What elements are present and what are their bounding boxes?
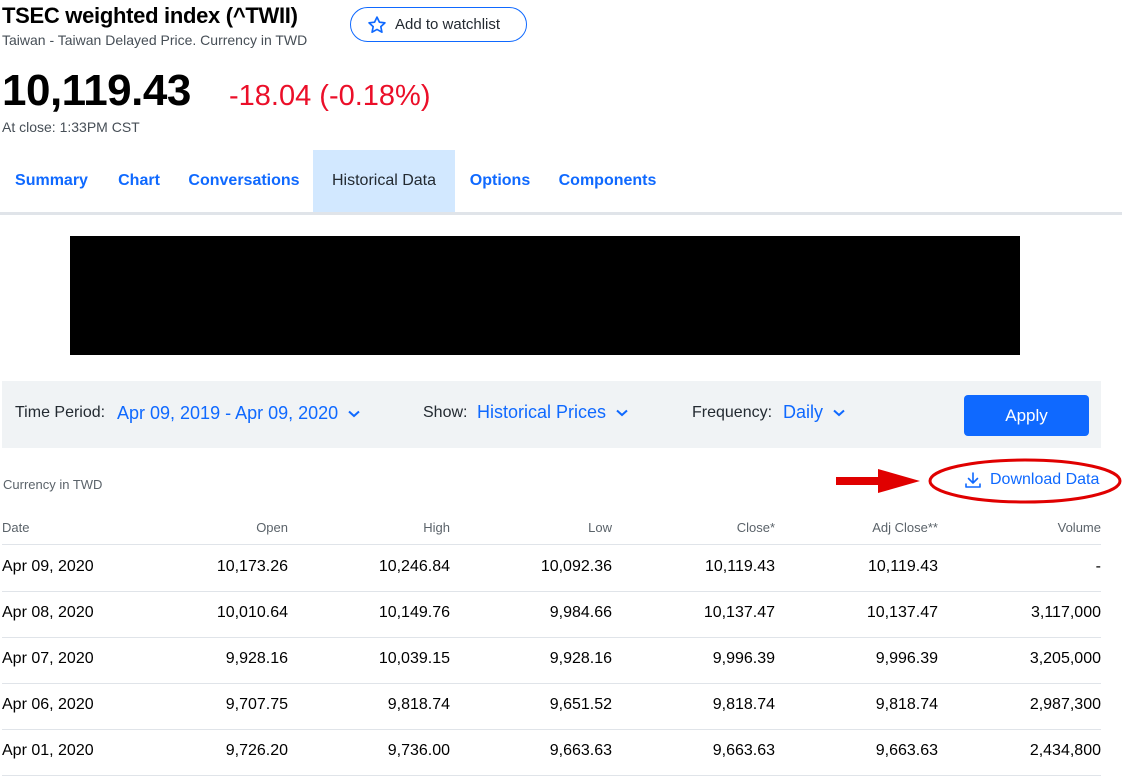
column-header-open: Open bbox=[256, 520, 288, 535]
download-data-link[interactable]: Download Data bbox=[964, 471, 1099, 489]
time-period-value: Apr 09, 2019 - Apr 09, 2020 bbox=[117, 403, 339, 423]
cell-date: Apr 08, 2020 bbox=[2, 604, 94, 621]
cell-adj-close: 9,663.63 bbox=[875, 742, 938, 759]
column-header-close: Close* bbox=[736, 520, 775, 535]
cell-volume: 2,987,300 bbox=[1029, 696, 1101, 713]
page-title: TSEC weighted index (^TWII) bbox=[2, 3, 298, 28]
time-period-dropdown[interactable]: Apr 09, 2019 - Apr 09, 2020 bbox=[117, 403, 360, 424]
apply-button[interactable]: Apply bbox=[964, 395, 1089, 436]
frequency-dropdown[interactable]: Daily bbox=[783, 402, 845, 423]
cell-date: Apr 01, 2020 bbox=[2, 742, 94, 759]
tab-chart[interactable]: Chart bbox=[103, 150, 175, 215]
table-row: Apr 06, 2020 9,707.75 9,818.74 9,651.52 9,81… bbox=[2, 683, 1101, 730]
redacted-banner bbox=[70, 236, 1020, 355]
cell-adj-close: 9,818.74 bbox=[875, 696, 938, 713]
cell-open: 9,726.20 bbox=[225, 742, 288, 759]
cell-volume: 3,205,000 bbox=[1029, 650, 1101, 667]
exchange-subtitle: Taiwan - Taiwan Delayed Price. Currency … bbox=[2, 32, 308, 48]
chevron-down-icon bbox=[616, 409, 628, 416]
cell-low: 9,984.66 bbox=[549, 604, 612, 621]
cell-low: 9,651.52 bbox=[549, 696, 612, 713]
tab-divider bbox=[0, 212, 1122, 215]
column-header-volume: Volume bbox=[1057, 520, 1101, 535]
tab-conversations[interactable]: Conversations bbox=[175, 150, 313, 215]
cell-close: 10,137.47 bbox=[703, 604, 775, 621]
cell-high: 9,736.00 bbox=[387, 742, 450, 759]
column-header-low: Low bbox=[588, 520, 612, 535]
cell-low: 9,663.63 bbox=[549, 742, 612, 759]
cell-close: 9,996.39 bbox=[712, 650, 775, 667]
download-data-label: Download Data bbox=[990, 471, 1100, 488]
chevron-down-icon bbox=[348, 410, 360, 417]
cell-volume: 3,117,000 bbox=[1031, 604, 1101, 621]
cell-close: 9,818.74 bbox=[712, 696, 775, 713]
tab-summary[interactable]: Summary bbox=[0, 150, 103, 215]
cell-low: 9,928.16 bbox=[549, 650, 612, 667]
red-arrow-annotation bbox=[836, 469, 920, 493]
column-header-adj-close: Adj Close** bbox=[872, 520, 938, 535]
cell-high: 10,039.15 bbox=[378, 650, 450, 667]
time-period-label: Time Period: bbox=[15, 404, 106, 421]
add-to-watchlist-button[interactable]: Add to watchlist bbox=[350, 7, 527, 42]
cell-high: 10,246.84 bbox=[378, 558, 450, 575]
tab-components[interactable]: Components bbox=[545, 150, 670, 215]
close-time: At close: 1:33PM CST bbox=[2, 119, 140, 135]
show-value: Historical Prices bbox=[477, 402, 607, 422]
currency-note: Currency in TWD bbox=[3, 477, 103, 492]
chevron-down-icon bbox=[833, 409, 845, 416]
table-row: Apr 07, 2020 9,928.16 10,039.15 9,928.16 9,9… bbox=[2, 637, 1101, 684]
download-icon bbox=[965, 472, 981, 488]
cell-open: 9,928.16 bbox=[225, 650, 288, 667]
table-row: Apr 09, 2020 10,173.26 10,246.84 10,092.36 1… bbox=[2, 545, 1101, 592]
current-price: 10,119.43 bbox=[2, 66, 191, 115]
cell-low: 10,092.36 bbox=[540, 558, 612, 575]
show-dropdown[interactable]: Historical Prices bbox=[477, 402, 628, 423]
cell-date: Apr 09, 2020 bbox=[2, 558, 94, 575]
watchlist-label: Add to watchlist bbox=[395, 16, 501, 33]
cell-close: 10,119.43 bbox=[705, 558, 775, 575]
cell-date: Apr 06, 2020 bbox=[2, 696, 94, 713]
cell-open: 9,707.75 bbox=[225, 696, 288, 713]
cell-open: 10,173.26 bbox=[216, 558, 288, 575]
cell-high: 10,149.76 bbox=[378, 604, 450, 621]
cell-adj-close: 9,996.39 bbox=[875, 650, 938, 667]
star-icon bbox=[368, 15, 386, 33]
price-change: -18.04 (-0.18%) bbox=[229, 80, 431, 112]
cell-high: 9,818.74 bbox=[387, 696, 450, 713]
show-label: Show: bbox=[423, 404, 468, 421]
cell-adj-close: 10,137.47 bbox=[866, 604, 938, 621]
quote-nav-tabs: Summary Chart Conversations Historical D… bbox=[0, 150, 670, 215]
table-row: Apr 08, 2020 10,010.64 10,149.76 9,984.66 10… bbox=[2, 591, 1101, 638]
cell-volume: - bbox=[1095, 558, 1101, 575]
cell-adj-close: 10,119.43 bbox=[868, 558, 938, 575]
frequency-label: Frequency: bbox=[692, 404, 773, 421]
tab-historical-data[interactable]: Historical Data bbox=[313, 150, 455, 215]
cell-open: 10,010.64 bbox=[216, 604, 288, 621]
frequency-value: Daily bbox=[783, 402, 824, 422]
cell-close: 9,663.63 bbox=[712, 742, 775, 759]
table-row: Apr 01, 2020 9,726.20 9,736.00 9,663.63 9,66… bbox=[2, 729, 1101, 776]
column-header-date: Date bbox=[2, 520, 30, 535]
column-header-high: High bbox=[423, 520, 450, 535]
cell-date: Apr 07, 2020 bbox=[2, 650, 94, 667]
tab-options[interactable]: Options bbox=[455, 150, 545, 215]
cell-volume: 2,434,800 bbox=[1029, 742, 1101, 759]
